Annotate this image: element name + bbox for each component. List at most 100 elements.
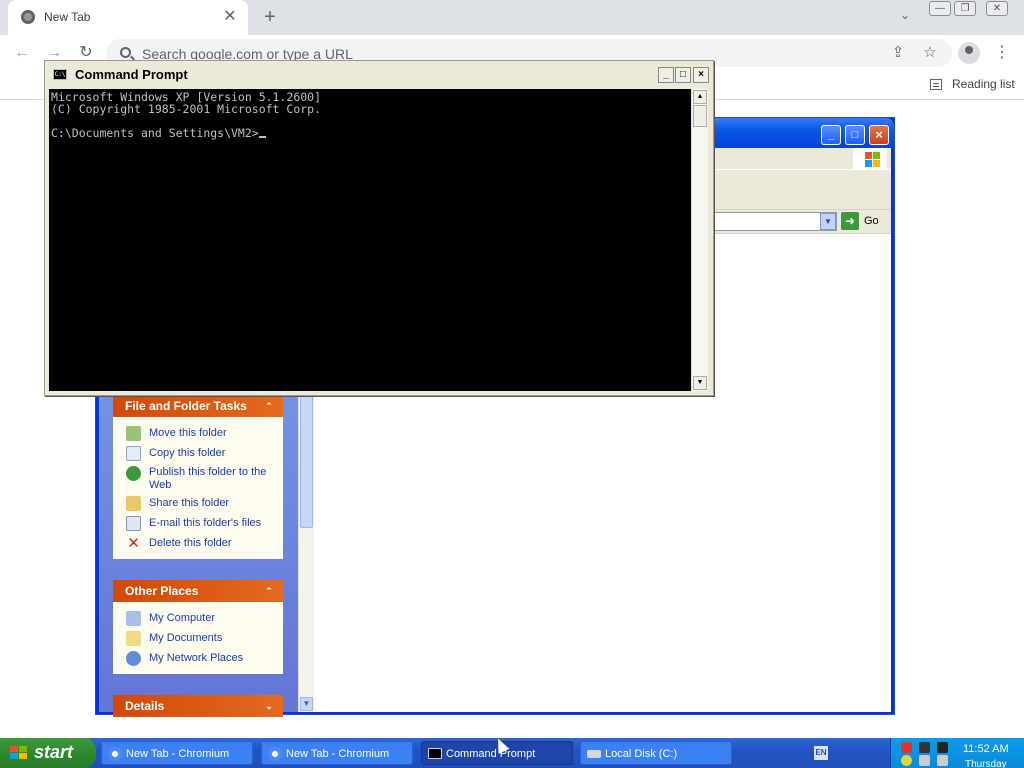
cmd-maximize-button[interactable]: □ — [675, 67, 691, 83]
browser-menu-icon[interactable]: ⋮ — [994, 42, 1010, 64]
console-line: (C) Copyright 1985-2001 Microsoft Corp. — [51, 102, 322, 116]
browser-tab-strip: New Tab ✕ + ⌄ — ❐ ✕ — [0, 0, 1024, 35]
share-folder-icon — [126, 496, 141, 511]
chromium-icon — [108, 747, 122, 761]
command-prompt-icon — [428, 748, 442, 759]
task-publish-folder[interactable]: Publish this folder to the Web — [113, 463, 283, 493]
security-alert-icon[interactable] — [901, 742, 912, 753]
network-places-icon — [126, 651, 141, 666]
cmd-minimize-button[interactable]: _ — [658, 67, 674, 83]
explorer-minimize-button[interactable]: _ — [821, 125, 841, 145]
task-copy-folder[interactable]: Copy this folder — [113, 443, 283, 463]
move-folder-icon — [126, 426, 141, 441]
task-label: Share this folder — [149, 497, 230, 509]
details-header[interactable]: Details ⌄ — [113, 695, 283, 717]
place-my-documents[interactable]: My Documents — [113, 628, 283, 648]
delete-x-icon: ✕ — [127, 535, 140, 552]
place-my-computer[interactable]: My Computer — [113, 608, 283, 628]
my-computer-icon — [126, 611, 141, 626]
browser-restore-button[interactable]: ❐ — [954, 1, 976, 16]
taskbar-button-chromium-1[interactable]: New Tab - Chromium — [101, 741, 253, 765]
task-label: E-mail this folder's files — [149, 517, 262, 529]
taskbar-button-label: Command Prompt — [446, 748, 536, 760]
browser-close-button[interactable]: ✕ — [986, 1, 1008, 16]
language-indicator-icon[interactable]: EN — [814, 746, 828, 760]
cmd-console[interactable]: Microsoft Windows XP [Version 5.1.2600] … — [49, 89, 691, 391]
publish-web-icon — [126, 466, 141, 481]
place-label: My Network Places — [149, 652, 244, 664]
scroll-down-arrow-icon[interactable]: ▼ — [693, 376, 707, 390]
other-places-header[interactable]: Other Places ⌃ — [113, 580, 283, 602]
taskbar-button-local-disk[interactable]: Local Disk (C:) — [580, 741, 732, 765]
browser-minimize-button[interactable]: — — [929, 1, 951, 16]
taskbar-button-chromium-2[interactable]: New Tab - Chromium — [261, 741, 413, 765]
chromium-icon — [268, 747, 282, 761]
display-icon[interactable] — [937, 742, 948, 753]
task-label: Publish this folder to the Web — [149, 466, 267, 491]
panel-title: File and Folder Tasks — [125, 399, 247, 413]
reading-list-button[interactable]: Reading list — [930, 77, 1015, 91]
cmd-title: Command Prompt — [75, 67, 188, 82]
shield-icon[interactable] — [901, 755, 912, 766]
tab-close-icon[interactable]: ✕ — [220, 7, 240, 27]
copy-folder-icon — [126, 446, 141, 461]
go-button[interactable]: ➜ Go — [841, 212, 879, 230]
explorer-maximize-button[interactable]: □ — [845, 125, 865, 145]
file-folder-tasks-header[interactable]: File and Folder Tasks ⌃ — [113, 395, 283, 417]
go-label: Go — [864, 215, 879, 227]
taskbar: start New Tab - Chromium New Tab - Chrom… — [0, 738, 1024, 768]
scroll-down-arrow-icon[interactable]: ▼ — [300, 697, 313, 711]
task-share-folder[interactable]: Share this folder — [113, 493, 283, 513]
cmd-scrollbar-thumb[interactable] — [693, 105, 707, 127]
local-disk-icon — [587, 750, 601, 758]
explorer-close-button[interactable]: × — [869, 125, 889, 145]
profile-icon[interactable] — [958, 42, 980, 64]
network-icon[interactable] — [919, 742, 930, 753]
tab-search-button[interactable]: ⌄ — [896, 8, 914, 26]
clock-time[interactable]: 11:52 AM — [963, 743, 1009, 755]
connection-icon[interactable] — [937, 755, 948, 766]
email-icon — [126, 516, 141, 531]
task-label: Delete this folder — [149, 537, 232, 549]
expand-chevron-icon[interactable]: ⌄ — [263, 700, 275, 712]
share-icon[interactable]: ⇪ — [887, 42, 909, 64]
globe-icon — [21, 10, 35, 24]
tab-title: New Tab — [44, 10, 91, 24]
address-dropdown-icon[interactable]: ▼ — [820, 213, 836, 230]
start-button[interactable]: start — [0, 738, 96, 768]
collapse-chevron-icon[interactable]: ⌃ — [263, 400, 275, 412]
system-tray: 11:52 AM Thursday — [890, 738, 1024, 768]
cmd-icon: C:\ — [53, 69, 67, 80]
file-folder-tasks-panel: File and Folder Tasks ⌃ Move this folder… — [113, 395, 283, 559]
cmd-scrollbar[interactable]: ▲ ▼ — [691, 89, 708, 391]
details-panel: Details ⌄ — [113, 695, 283, 717]
reading-list-icon — [930, 78, 942, 90]
task-delete-folder[interactable]: ✕ Delete this folder — [113, 533, 283, 553]
task-email-folder[interactable]: E-mail this folder's files — [113, 513, 283, 533]
bookmark-star-icon[interactable]: ☆ — [919, 42, 941, 64]
place-my-network[interactable]: My Network Places — [113, 648, 283, 668]
panel-title: Other Places — [125, 584, 199, 598]
my-documents-icon — [126, 631, 141, 646]
clock-day: Thursday — [965, 759, 1007, 768]
cmd-close-button[interactable]: × — [693, 67, 709, 83]
collapse-chevron-icon[interactable]: ⌃ — [263, 585, 275, 597]
console-prompt: C:\Documents and Settings\VM2> — [51, 126, 259, 140]
task-label: Move this folder — [149, 427, 227, 439]
new-tab-button[interactable]: + — [258, 5, 282, 29]
panel-title: Details — [125, 699, 165, 713]
start-label: start — [34, 742, 74, 762]
browser-tab[interactable]: New Tab ✕ — [8, 0, 248, 35]
back-button[interactable]: ← — [10, 41, 34, 65]
console-prompt-line: C:\Documents and Settings\VM2> — [51, 127, 689, 139]
task-label: Copy this folder — [149, 447, 226, 459]
text-cursor — [258, 136, 266, 138]
taskbar-button-label: New Tab - Chromium — [126, 748, 230, 760]
cmd-title-bar[interactable]: C:\ Command Prompt _ □ × — [47, 63, 711, 87]
scroll-up-arrow-icon[interactable]: ▲ — [693, 90, 707, 104]
windows-flag-icon — [853, 148, 887, 170]
task-move-folder[interactable]: Move this folder — [113, 423, 283, 443]
desktop: New Tab ✕ + ⌄ — ❐ ✕ ← → ↻ Search google.… — [0, 0, 1024, 768]
go-arrow-icon: ➜ — [841, 212, 859, 230]
volume-icon[interactable] — [919, 755, 930, 766]
